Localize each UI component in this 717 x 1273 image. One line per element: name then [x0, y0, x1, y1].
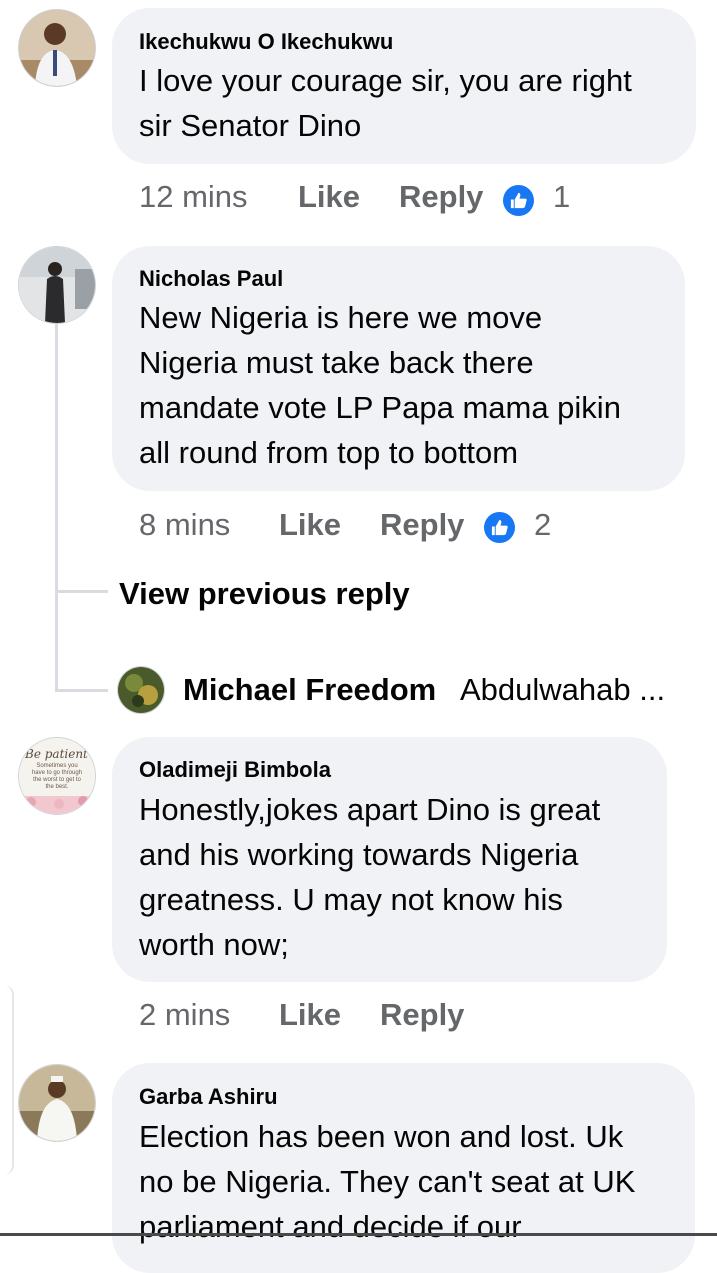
reply-button[interactable]: Reply	[380, 507, 464, 543]
reply-thread-connector	[55, 590, 108, 593]
comment-author[interactable]: Ikechukwu O Ikechukwu	[139, 29, 393, 55]
like-button[interactable]: Like	[279, 507, 341, 543]
comment-text: New Nigeria is here we move Nigeria must…	[139, 300, 621, 470]
view-previous-reply-link[interactable]: View previous reply	[119, 576, 410, 612]
comment-text: Honestly,jokes apart Dino is great and h…	[139, 792, 601, 962]
reply-preview-author[interactable]: Michael Freedom	[183, 672, 436, 708]
person-photo-icon	[19, 1065, 95, 1141]
like-reaction-icon[interactable]	[503, 185, 534, 216]
comment-text: Election has been won and lost. Uk no be…	[139, 1119, 636, 1244]
avatar[interactable]	[18, 9, 96, 87]
like-button[interactable]: Like	[279, 997, 341, 1033]
comment-text: I love your courage sir, you are right s…	[139, 63, 632, 143]
comment-author[interactable]: Garba Ashiru	[139, 1084, 278, 1110]
like-button[interactable]: Like	[298, 179, 360, 215]
reply-button[interactable]: Reply	[399, 179, 483, 215]
reply-thread-connector	[55, 689, 108, 692]
person-photo-icon	[19, 10, 95, 86]
comment-time[interactable]: 12 mins	[139, 179, 248, 215]
avatar[interactable]	[18, 246, 96, 324]
avatar[interactable]	[117, 666, 165, 714]
reply-thread-line	[55, 324, 58, 692]
reaction-count[interactable]: 2	[534, 507, 551, 543]
comment-author[interactable]: Oladimeji Bimbola	[139, 757, 331, 783]
avatar[interactable]	[18, 1064, 96, 1142]
reaction-count[interactable]: 1	[553, 179, 570, 215]
avatar-quote-body: Sometimes you have to go through the wor…	[31, 763, 83, 790]
scroll-edge-indicator	[0, 985, 14, 1175]
person-photo-icon	[19, 247, 95, 323]
comment-time[interactable]: 2 mins	[139, 997, 230, 1033]
like-reaction-icon[interactable]	[484, 512, 515, 543]
comment-author[interactable]: Nicholas Paul	[139, 266, 283, 292]
comment-time[interactable]: 8 mins	[139, 507, 230, 543]
person-photo-icon	[118, 667, 164, 713]
avatar[interactable]: Be patient Sometimes you have to go thro…	[18, 737, 96, 815]
reply-preview-text[interactable]: Abdulwahab ...	[460, 672, 665, 708]
avatar-quote-title: Be patient	[25, 747, 88, 761]
reply-button[interactable]: Reply	[380, 997, 464, 1033]
